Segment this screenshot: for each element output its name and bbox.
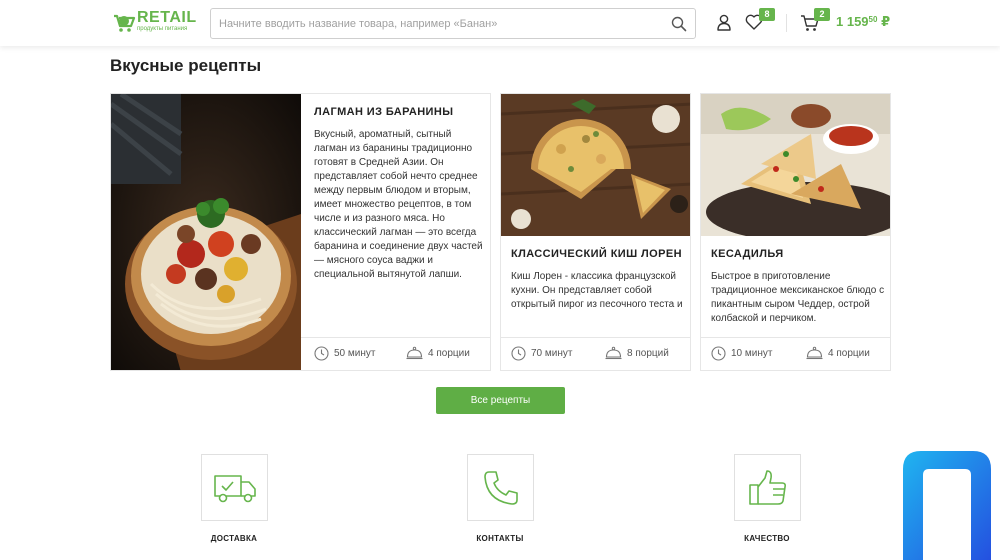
feature-label: Доставка — [210, 534, 258, 543]
serving-dish-icon — [605, 346, 622, 360]
recipe-card-quesadilla[interactable]: Кесадилья Быстрое в приготовление традиц… — [700, 93, 891, 371]
clock-icon — [511, 346, 526, 361]
recipe-meta: 50 минут 4 порции — [301, 337, 490, 370]
feature-box — [467, 454, 534, 521]
recipe-time: 70 минут — [511, 346, 572, 361]
recipe-title[interactable]: Лагман из баранины — [314, 106, 484, 118]
cart-count-badge: 2 — [814, 8, 830, 21]
feature-box — [734, 454, 801, 521]
search-icon[interactable] — [671, 16, 687, 32]
section-title: Вкусные рецепты — [110, 56, 262, 75]
favorites-count-badge: 8 — [759, 8, 775, 21]
logo[interactable]: RETAIL продукты питания — [112, 8, 202, 36]
recipe-title[interactable]: Классический киш Лорен — [511, 248, 686, 260]
feature-label: Качество — [744, 534, 790, 543]
recipe-time: 50 минут — [314, 346, 375, 361]
recipe-title[interactable]: Кесадилья — [711, 248, 886, 260]
clock-icon — [314, 346, 329, 361]
serving-dish-icon — [406, 346, 423, 360]
price-main: 1 159 — [836, 14, 869, 29]
price-cents: 50 — [868, 15, 878, 24]
recipe-card-lagman[interactable]: Лагман из баранины Вкусный, ароматный, с… — [110, 93, 491, 371]
recipe-description: Быстрое в приготовление традиционное мек… — [711, 271, 885, 324]
feature-box — [201, 454, 268, 521]
corner-brand-logo[interactable] — [903, 451, 991, 560]
recipe-image-quesadilla — [701, 94, 890, 236]
search-bar — [210, 8, 696, 39]
recipe-description: Киш Лорен - классика французской кухни. … — [511, 271, 683, 310]
currency-symbol: ₽ — [881, 14, 891, 29]
recipe-portions: 8 порций — [605, 346, 669, 360]
feature-label: Контакты — [476, 534, 524, 543]
logo-text: RETAIL — [137, 9, 197, 26]
phone-icon — [483, 470, 518, 505]
recipe-card-quiche[interactable]: Классический киш Лорен Киш Лорен - класс… — [500, 93, 691, 371]
all-recipes-button[interactable]: Все рецепты — [436, 387, 565, 414]
logo-subtitle: продукты питания — [137, 26, 188, 32]
recipe-meta: 10 минут 4 порции — [701, 337, 890, 370]
serving-dish-icon — [806, 346, 823, 360]
logo-cart-icon — [114, 14, 136, 32]
user-icon[interactable] — [716, 14, 732, 31]
recipe-portions: 4 порции — [806, 346, 870, 360]
search-input[interactable] — [219, 14, 659, 34]
clock-icon — [711, 346, 726, 361]
recipe-meta: 70 минут 8 порций — [501, 337, 690, 370]
recipe-portions: 4 порции — [406, 346, 470, 360]
site-header: RETAIL продукты питания 8 2 1 15950 ₽ — [0, 0, 1000, 46]
recipe-image-lagman — [111, 94, 301, 370]
recipe-description: Вкусный, ароматный, сытный лагман из бар… — [314, 129, 483, 280]
thumbs-up-icon — [748, 469, 786, 505]
header-divider — [786, 14, 787, 32]
recipe-time: 10 минут — [711, 346, 772, 361]
delivery-truck-icon — [213, 474, 256, 502]
cart-total-price[interactable]: 1 15950 ₽ — [836, 14, 890, 30]
recipe-image-quiche — [501, 94, 690, 236]
